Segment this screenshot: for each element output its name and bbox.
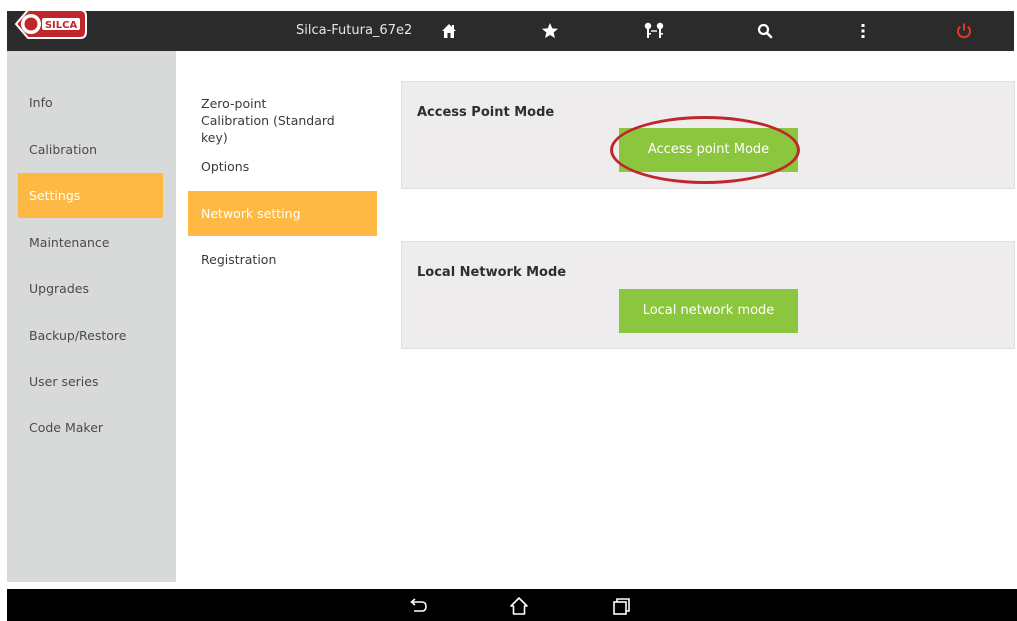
local-network-mode-button[interactable]: Local network mode bbox=[619, 289, 798, 333]
submenu-item-zero-point-calibration[interactable]: Zero-point Calibration (Standard key) bbox=[188, 95, 338, 146]
svg-text:SILCA: SILCA bbox=[45, 20, 78, 31]
recent-apps-icon[interactable] bbox=[609, 596, 633, 616]
sidebar-item-user-series[interactable]: User series bbox=[18, 359, 163, 404]
home-outline-icon[interactable] bbox=[507, 596, 531, 616]
more-icon[interactable] bbox=[853, 21, 873, 41]
sidebar-item-maintenance[interactable]: Maintenance bbox=[18, 220, 163, 265]
sidebar-item-code-maker[interactable]: Code Maker bbox=[18, 405, 163, 450]
device-name: Silca-Futura_67e2 bbox=[296, 23, 413, 38]
sidebar-item-calibration[interactable]: Calibration bbox=[18, 127, 163, 172]
access-point-title: Access Point Mode bbox=[417, 105, 555, 120]
access-point-panel: Access Point Mode Access point Mode bbox=[401, 81, 1015, 189]
sidebar-item-info[interactable]: Info bbox=[18, 80, 163, 125]
local-network-title: Local Network Mode bbox=[417, 265, 567, 280]
access-point-mode-button[interactable]: Access point Mode bbox=[619, 128, 798, 172]
back-icon[interactable] bbox=[406, 596, 430, 616]
keys-icon[interactable] bbox=[642, 21, 666, 41]
submenu-item-registration[interactable]: Registration bbox=[188, 252, 377, 267]
search-icon[interactable] bbox=[755, 21, 775, 41]
home-icon[interactable] bbox=[439, 21, 459, 41]
sidebar: Info Calibration Settings Maintenance Up… bbox=[7, 51, 176, 582]
power-icon[interactable] bbox=[954, 21, 974, 41]
android-nav-bar bbox=[7, 589, 1017, 621]
submenu-item-network-setting[interactable]: Network setting bbox=[188, 191, 377, 236]
top-bar: Silca-Futura_67e2 bbox=[7, 11, 1014, 51]
silca-logo: SILCA bbox=[12, 2, 88, 46]
local-network-panel: Local Network Mode Local network mode bbox=[401, 241, 1015, 349]
sidebar-item-backup-restore[interactable]: Backup/Restore bbox=[18, 313, 163, 358]
submenu-item-options[interactable]: Options bbox=[188, 159, 377, 174]
sidebar-item-upgrades[interactable]: Upgrades bbox=[18, 266, 163, 311]
sidebar-item-settings[interactable]: Settings bbox=[18, 173, 163, 218]
star-icon[interactable] bbox=[540, 21, 560, 41]
